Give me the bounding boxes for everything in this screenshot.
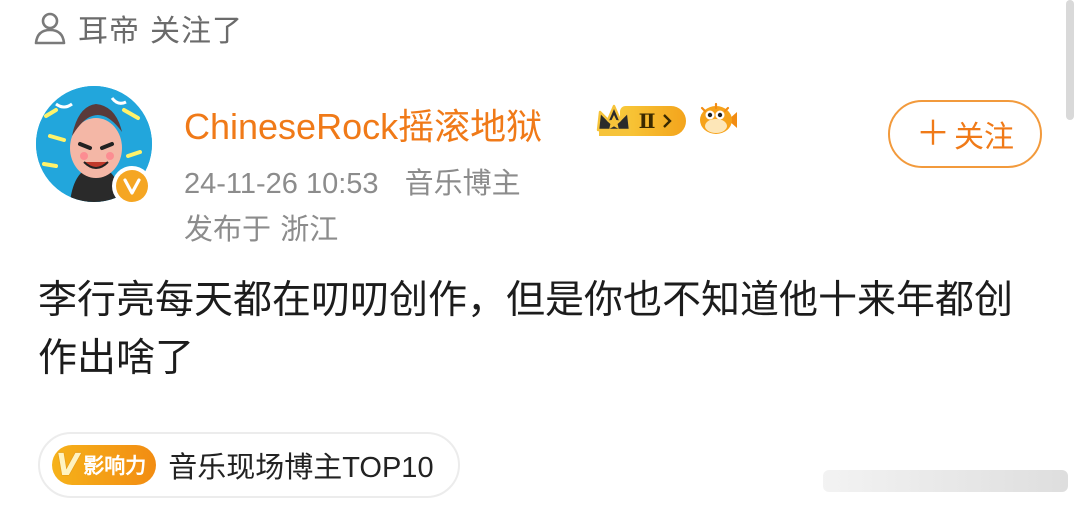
followed-by-row: 耳帝 关注了 [32,6,243,50]
influence-tag[interactable]: V 影响力 音乐现场博主TOP10 [38,432,460,498]
watermark [823,470,1068,492]
post-text: 李行亮每天都在叨叨创作，但是你也不知道他十来年都创作出啥了 [38,278,1014,381]
member-level: Ⅱ [638,110,656,133]
followed-by-action: 关注了 [150,14,243,49]
post-timestamp: 24-11-26 10:53 [184,168,379,200]
member-level-badge[interactable]: Ⅱ [594,100,690,140]
author-name[interactable]: ChineseRock摇滚地狱 [184,98,542,150]
author-badges: Ⅱ [594,100,738,140]
influence-badge: V 影响力 [52,445,157,485]
pufferfish-icon[interactable] [696,102,738,138]
followed-by-user[interactable]: 耳帝 [78,6,140,50]
verified-v-icon [123,178,141,195]
follow-button[interactable]: ＋ 关注 [888,100,1042,168]
post-location: 发布于 浙江 [184,212,339,246]
person-icon [34,12,66,45]
follow-label: 关注 [954,120,1014,155]
verified-badge [112,166,152,206]
scrollbar[interactable] [1066,0,1074,120]
plus-icon: ＋ [916,114,950,154]
post-meta: 24-11-26 10:53 音乐博主 [184,160,521,202]
influence-label: 音乐现场博主TOP10 [168,452,434,484]
crown-icon [596,104,632,136]
influence-badge-label: 影响力 [83,454,147,478]
chevron-right-icon [663,114,673,128]
author-category: 音乐博主 [404,168,521,200]
influence-v-icon: V [56,447,80,483]
